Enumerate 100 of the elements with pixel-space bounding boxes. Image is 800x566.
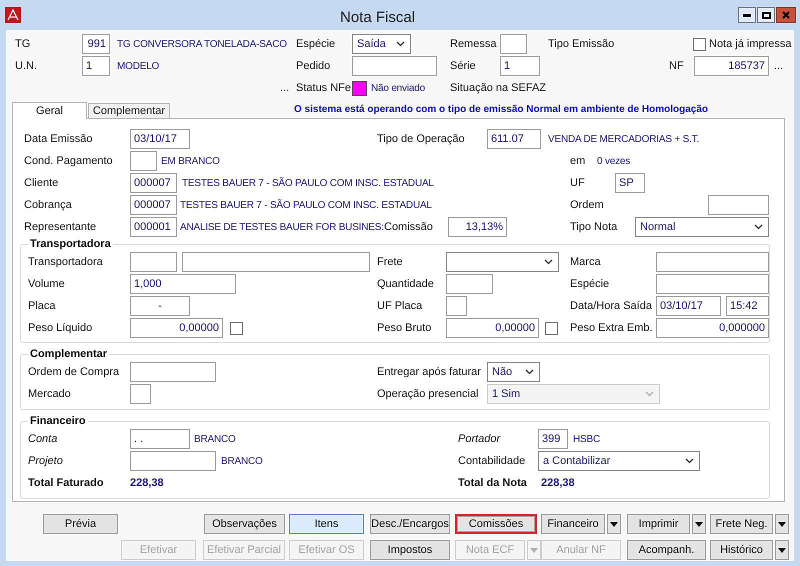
input-field[interactable]: 0,00000 [130,318,223,338]
action-button[interactable]: Imprimir [627,514,690,534]
input-field[interactable]: 0,00000 [446,318,539,338]
input-field[interactable] [446,274,493,294]
caret-icon [396,41,405,47]
input-field[interactable]: - [130,296,190,316]
checkbox[interactable] [230,322,243,334]
action-button[interactable]: Itens [289,514,364,534]
input-field[interactable] [130,451,216,471]
menu-arrow-button[interactable] [692,514,706,534]
field-label: Data/Hora Saída [570,298,652,314]
minimize-button[interactable] [738,7,756,23]
caret-icon [778,522,786,526]
field-label: em [570,154,586,169]
input-field[interactable]: 000001 [130,217,177,237]
menu-arrow-button[interactable] [607,514,621,534]
input-field[interactable] [130,384,151,404]
field-value: ANALISE DE TESTES BAUER FOR BUSINES: [180,220,384,234]
field-label: Representante [24,220,96,235]
input-field[interactable]: . . [130,429,190,449]
action-button[interactable]: Desc./Encargos [370,514,450,534]
input-field[interactable]: SP [615,173,645,193]
ellipsis-button[interactable]: ... [280,82,290,94]
field-label: Mercado [28,386,71,402]
field-label: UF [570,176,585,191]
input-field[interactable]: 1 [82,56,110,76]
field-label: Data Emissão [24,132,92,147]
field-value: TG CONVERSORA TONELADA-SACO [117,38,287,52]
dropdown[interactable]: Não [487,362,540,382]
input-field[interactable] [656,252,769,272]
input-field[interactable] [500,34,527,54]
dropdown[interactable]: Normal [635,217,769,237]
action-button[interactable]: Financeiro [541,514,605,534]
input-field[interactable] [352,56,437,76]
input-field[interactable]: 13,13% [448,217,507,237]
input-field[interactable]: 991 [82,34,110,54]
field-value: VENDA DE MERCADORIAS + S.T. [548,132,700,146]
field-label: Contabilidade [458,454,526,469]
caret-icon [610,522,618,526]
tab[interactable]: Complementar [88,103,170,118]
dropdown[interactable]: a Contabilizar [538,451,700,471]
action-button[interactable]: Acompanh. [627,540,706,560]
field-label: Transportadora [28,254,103,270]
field-label: Cond. Pagamento [24,154,113,169]
input-field[interactable]: 15:42 [726,296,769,316]
field-label: Espécie [570,276,610,292]
field-label: Situação na SEFAZ [450,80,546,96]
checkbox[interactable] [693,38,706,50]
input-field[interactable]: 1 [500,56,540,76]
field-value: Não enviado [371,82,425,96]
input-field[interactable] [708,195,769,215]
input-field[interactable] [656,274,769,294]
input-field[interactable]: 399 [538,429,568,449]
caret-icon [544,259,553,265]
action-button[interactable]: Prévia [43,514,118,534]
maximize-button[interactable] [757,7,775,23]
input-field[interactable]: 1,000 [130,274,236,294]
field-label: Peso Líquido [28,320,92,336]
action-button[interactable]: Comissões [455,514,537,534]
action-button[interactable]: Impostos [370,540,450,560]
menu-arrow-button[interactable] [775,540,789,560]
input-field[interactable] [130,252,177,272]
notice-text: O sistema está operando com o tipo de emissão Normal em ambiente de Homologação [294,103,708,117]
field-label: Comissão [384,220,433,235]
input-field[interactable]: 611.07 [487,129,541,149]
checkbox[interactable] [545,322,558,334]
action-button[interactable]: Observações [204,514,285,534]
input-field[interactable] [446,296,467,316]
field-label: Frete [377,254,403,270]
input-field[interactable]: 185737 [694,56,769,76]
field-label: Total da Nota [458,476,527,491]
field-value: 228,38 [130,476,164,491]
caret-icon [754,224,763,230]
dropdown[interactable] [446,252,559,272]
field-label: NF [669,58,684,74]
caret-icon [525,369,534,375]
field-label: Total Faturado [28,476,104,491]
caret-icon [685,458,694,464]
input-field[interactable] [130,151,157,171]
input-field[interactable]: 03/10/17 [656,296,721,316]
group-title: Transportadora [28,237,113,251]
input-field[interactable]: 000007 [130,173,177,193]
action-button[interactable]: Frete Neg. [710,514,773,534]
field-label: TG [15,36,30,52]
field-label: Tipo Emissão [548,36,614,52]
dropdown[interactable]: Saída [352,34,411,54]
ellipsis-button[interactable]: ... [774,60,784,72]
group-title: Complementar [28,347,110,361]
tab[interactable]: Geral [12,102,87,119]
action-button[interactable]: Histórico [710,540,773,560]
input-field[interactable] [130,362,216,382]
field-label: Remessa [450,36,496,52]
close-button[interactable] [776,7,796,23]
menu-arrow-button[interactable] [775,514,789,534]
maximize-icon [762,12,770,18]
input-field[interactable]: 03/10/17 [130,129,190,149]
input-field[interactable] [182,252,370,272]
field-label: Operação presencial [377,386,479,402]
input-field[interactable]: 0,000000 [656,318,769,338]
input-field[interactable]: 000007 [130,195,177,215]
